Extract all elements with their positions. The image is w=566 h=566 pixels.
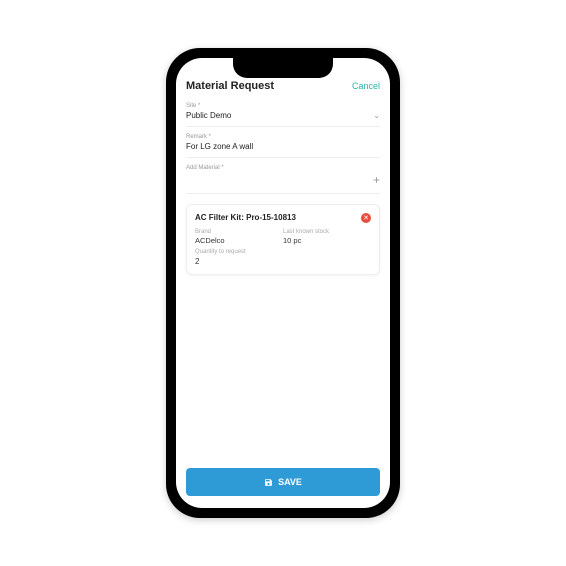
form-content: Site * Public Demo ⌄ Remark * For LG zon… (176, 98, 390, 460)
stock-label: Last known stock (283, 229, 371, 235)
site-field[interactable]: Site * Public Demo ⌄ (186, 98, 380, 127)
remark-label: Remark * (186, 134, 380, 140)
remark-field[interactable]: Remark * For LG zone A wall (186, 129, 380, 158)
site-value: Public Demo (186, 111, 231, 120)
qty-label: Quantity to request (195, 249, 371, 255)
add-material-field[interactable]: Add Material * + (186, 160, 380, 194)
app-screen: Material Request Cancel Site * Public De… (176, 58, 390, 508)
add-material-label: Add Material * (186, 165, 380, 171)
phone-frame: Material Request Cancel Site * Public De… (166, 48, 400, 518)
item-title: AC Filter Kit: Pro-15-10813 (195, 213, 296, 222)
brand-label: Brand (195, 229, 283, 235)
save-icon (264, 478, 273, 487)
chevron-down-icon: ⌄ (373, 111, 380, 120)
remark-value: For LG zone A wall (186, 142, 253, 151)
page-title: Material Request (186, 80, 274, 92)
cancel-button[interactable]: Cancel (352, 81, 380, 91)
material-item-card: AC Filter Kit: Pro-15-10813 ✕ Brand ACDe… (186, 204, 380, 275)
plus-icon: + (373, 173, 380, 187)
stock-value: 10 pc (283, 236, 371, 245)
save-label: SAVE (278, 477, 302, 487)
site-label: Site * (186, 103, 380, 109)
qty-input[interactable]: 2 (195, 256, 371, 266)
footer: SAVE (176, 460, 390, 508)
brand-value: ACDelco (195, 236, 283, 245)
delete-item-button[interactable]: ✕ (361, 213, 371, 223)
save-button[interactable]: SAVE (186, 468, 380, 496)
close-icon: ✕ (363, 215, 369, 222)
phone-notch (233, 58, 333, 78)
